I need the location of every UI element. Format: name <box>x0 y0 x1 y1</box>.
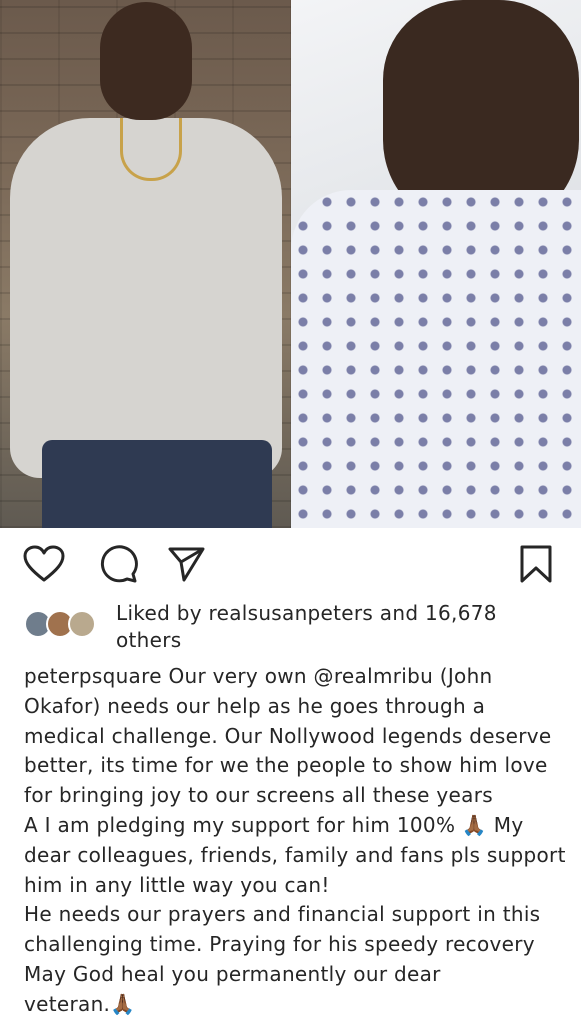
liker-avatars <box>24 610 104 644</box>
likes-line-2: others <box>116 628 182 652</box>
gold-chain <box>120 118 182 181</box>
caption-line: He needs our prayers and financial suppo… <box>24 902 541 927</box>
post-caption: peterpsquare Our very own @realmribu (Jo… <box>24 662 566 1020</box>
heart-icon <box>23 545 65 582</box>
save-button[interactable] <box>512 540 560 588</box>
caption-line: dear colleagues, friends, family and fan… <box>24 842 566 867</box>
hospital-gown <box>291 190 581 528</box>
avatar <box>68 610 96 638</box>
caption-line: him in any little way you can! <box>24 872 330 897</box>
post-photo-standing <box>0 0 291 528</box>
caption-line: for bringing joy to our screens all thes… <box>24 783 493 808</box>
likes-text: Liked by realsusanpeters and 16,678 othe… <box>116 600 546 654</box>
caption-line: A I am pledging my support for him 100% … <box>24 812 524 837</box>
share-icon <box>168 547 205 582</box>
likes-line-1: Liked by realsusanpeters and 16,678 <box>116 601 497 625</box>
caption-line: May God heal you permanently our dear <box>24 961 441 986</box>
bookmark-icon <box>520 545 552 583</box>
share-button[interactable] <box>162 540 210 588</box>
likes-summary[interactable]: Liked by realsusanpeters and 16,678 othe… <box>24 600 564 660</box>
caption-line: peterpsquare Our very own @realmribu (Jo… <box>24 664 493 688</box>
post-image-carousel[interactable] <box>0 0 581 528</box>
caption-line: Okafor) needs our help as he goes throug… <box>24 693 486 718</box>
post-photo-hospital <box>291 0 581 528</box>
comment-icon <box>100 545 138 583</box>
like-button[interactable] <box>20 540 68 588</box>
post-action-bar <box>0 540 581 588</box>
caption-line: medical challenge. Our Nollywood legends… <box>24 723 552 748</box>
jeans <box>42 440 272 528</box>
caption-line: better, its time for we the people to sh… <box>24 753 548 778</box>
person-head <box>100 2 192 120</box>
caption-line: challenging time. Praying for his speedy… <box>24 932 535 957</box>
caption-line: veteran.🙏🏾 <box>24 991 136 1016</box>
comment-button[interactable] <box>94 540 142 588</box>
